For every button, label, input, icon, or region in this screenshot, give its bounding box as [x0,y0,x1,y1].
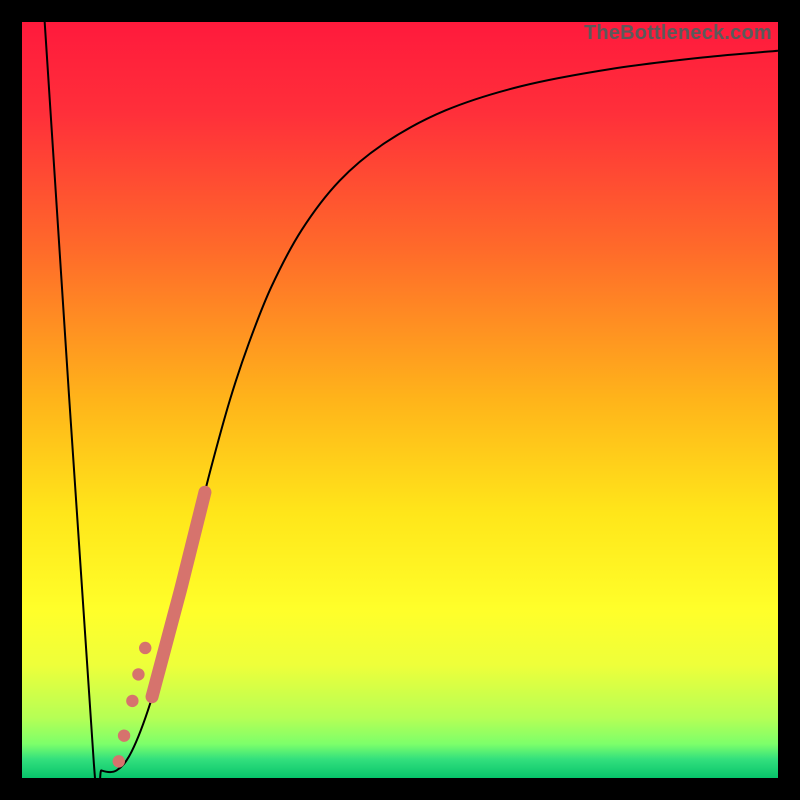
gradient-background [22,22,778,778]
chart-frame: TheBottleneck.com [0,0,800,800]
marker-dot [126,695,138,707]
plot-area: TheBottleneck.com [22,22,778,778]
bottleneck-chart [22,22,778,778]
watermark-text: TheBottleneck.com [584,22,772,45]
marker-dot [113,755,125,767]
marker-dot [118,729,130,741]
marker-dot [132,668,144,680]
marker-dot [139,642,151,654]
